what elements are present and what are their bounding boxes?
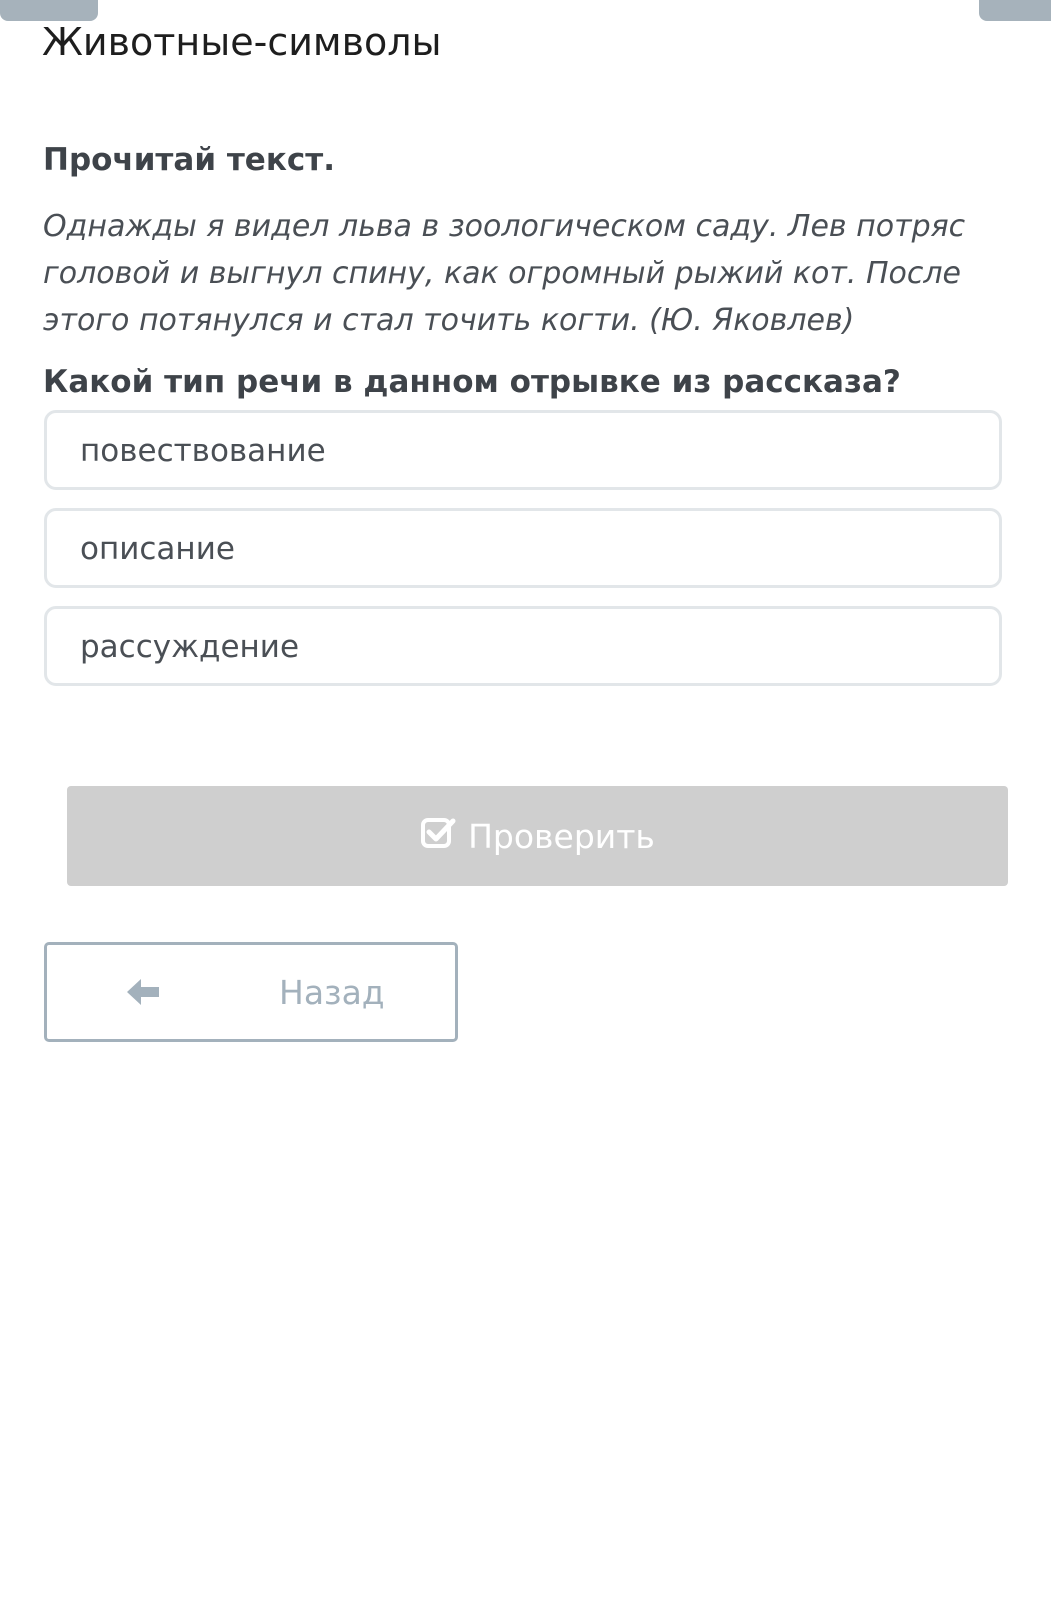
answer-option-description[interactable]: описание — [44, 508, 1002, 588]
back-button-label: Назад — [279, 973, 385, 1012]
task-instruction: Прочитай текст. — [43, 142, 335, 178]
answer-option-label: описание — [80, 531, 235, 567]
check-button-label: Проверить — [468, 816, 655, 856]
arrow-left-icon — [127, 979, 159, 1005]
passage-line: этого потянулся и стал точить когти. (Ю.… — [43, 303, 855, 338]
passage-line: Однажды я видел льва в зоологическом сад… — [43, 209, 966, 244]
top-tab-right[interactable] — [979, 0, 1051, 21]
passage-line: головой и выгнул спину, как огромный рыж… — [43, 256, 961, 291]
reading-passage: Однажды я видел льва в зоологическом сад… — [43, 203, 1003, 344]
answer-option-label: рассуждение — [80, 629, 300, 665]
answer-option-reasoning[interactable]: рассуждение — [44, 606, 1002, 686]
check-square-icon — [421, 818, 456, 848]
answer-option-narration[interactable]: повествование — [44, 410, 1002, 490]
check-button[interactable]: Проверить — [67, 786, 1008, 886]
answer-option-label: повествование — [80, 433, 326, 469]
page-title: Животные-символы — [42, 20, 442, 64]
question-text: Какой тип речи в данном отрывке из расск… — [43, 364, 901, 400]
back-button[interactable]: Назад — [44, 942, 458, 1042]
